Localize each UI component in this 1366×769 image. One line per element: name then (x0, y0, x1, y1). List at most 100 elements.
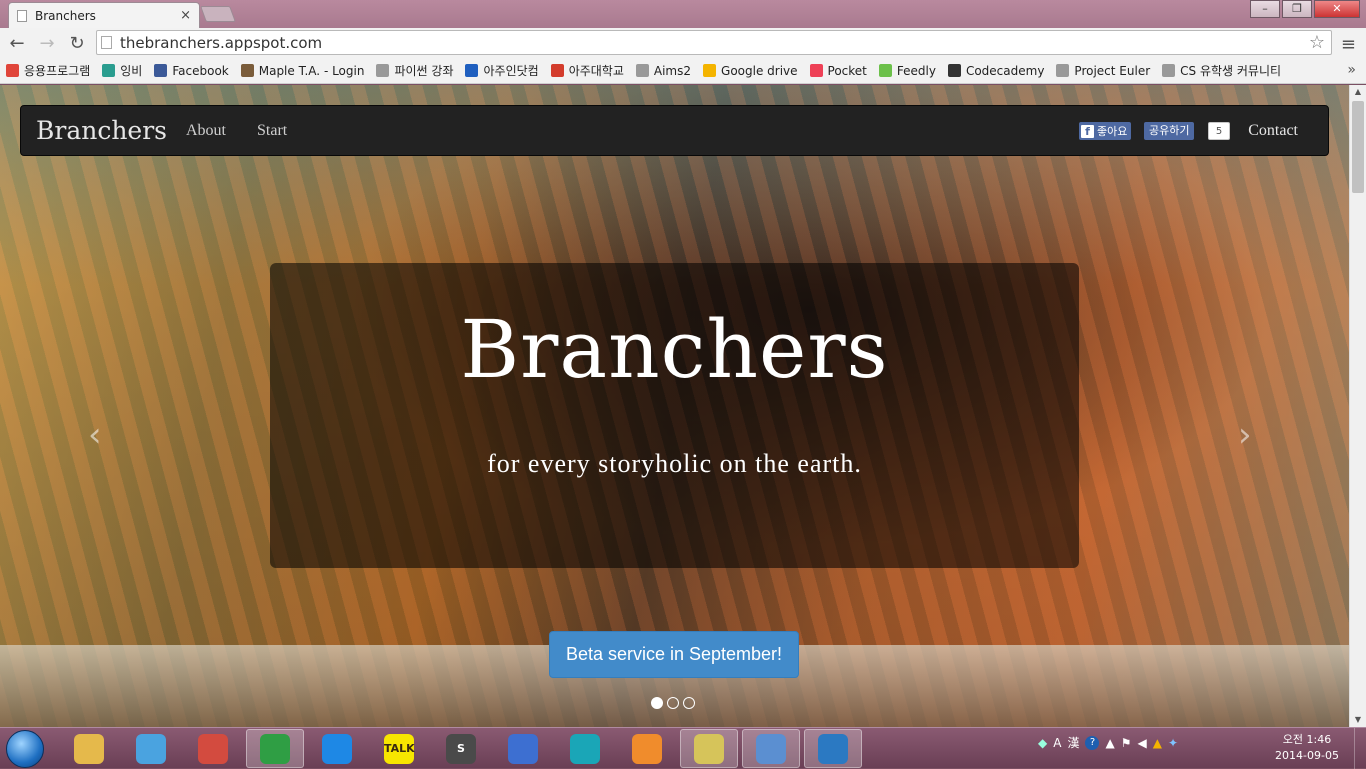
minimize-button[interactable]: – (1250, 0, 1280, 18)
drive-tray-icon[interactable]: ▲ (1153, 736, 1162, 750)
compass-icon (198, 733, 228, 764)
ime-icon[interactable]: ◆ (1038, 736, 1047, 750)
ime-mode-icon[interactable]: A (1053, 736, 1061, 750)
taskbar-app-kakaotalk[interactable]: TALK (370, 729, 428, 768)
bookmark-label: CS 유학생 커뮤니티 (1180, 64, 1282, 78)
taskbar-app-remote[interactable] (742, 729, 800, 768)
scroll-up-icon[interactable]: ▲ (1350, 85, 1366, 99)
bookmarks-overflow-icon[interactable]: » (1347, 62, 1356, 78)
bookmark-label: Aims2 (653, 63, 692, 78)
drive-icon (703, 64, 717, 77)
system-clock[interactable]: 오전 1:46 2014-09-05 (1270, 732, 1344, 764)
carousel-indicator[interactable] (683, 697, 695, 709)
sublime-icon: S (446, 733, 476, 764)
browser-tab[interactable]: Branchers × (8, 2, 200, 28)
new-tab-button[interactable] (200, 6, 236, 22)
bookmark-label: Feedly (896, 63, 936, 78)
bookmark-item[interactable]: Pocket (809, 64, 867, 78)
facebook-share-button[interactable]: 공유하기 (1144, 122, 1195, 140)
facebook-like-label: 좋아요 (1097, 125, 1128, 138)
bookmark-item[interactable]: Project Euler (1056, 64, 1150, 78)
bookmark-item[interactable]: 파이썬 강좌 (376, 62, 453, 79)
close-window-button[interactable]: ✕ (1314, 0, 1360, 18)
bookmark-item[interactable]: Facebook (154, 63, 229, 78)
vertical-scrollbar[interactable]: ▲ ▼ (1349, 85, 1366, 727)
bookmark-star-icon[interactable]: ☆ (1309, 32, 1325, 53)
page-viewport: Branchers About Start f 좋아요 공유하기 5 Conta… (0, 85, 1349, 727)
reload-button[interactable]: ↻ (64, 33, 90, 54)
taskbar-app-network-app[interactable] (494, 729, 552, 768)
bookmark-item[interactable]: Feedly (878, 63, 936, 78)
taskbar-app-editor[interactable] (804, 729, 862, 768)
facebook-share-count: 5 (1208, 122, 1230, 140)
bookmark-item[interactable]: Maple T.A. - Login (240, 64, 364, 78)
remote-icon (756, 733, 786, 764)
bookmark-item[interactable]: Aims2 (635, 63, 692, 78)
tray-expand-icon[interactable]: ▲ (1105, 736, 1114, 750)
apps-icon (6, 64, 19, 77)
carousel-next-icon[interactable]: › (1238, 415, 1252, 455)
bookmark-label: 응용프로그램 (24, 64, 91, 78)
carousel-indicator[interactable] (651, 697, 663, 709)
bookmark-item[interactable]: CS 유학생 커뮤니티 (1162, 62, 1281, 79)
scroll-thumb[interactable] (1352, 101, 1364, 193)
hero-caption: Branchers for every storyholic on the ea… (270, 263, 1079, 568)
bookmark-item[interactable]: 아주인닷컴 (465, 62, 539, 79)
page-icon (1056, 64, 1070, 77)
bookmark-item[interactable]: Google drive (703, 64, 798, 78)
site-navbar: Branchers About Start f 좋아요 공유하기 5 Conta… (20, 105, 1329, 156)
show-desktop-button[interactable] (1354, 728, 1366, 769)
nav-about[interactable]: About (186, 122, 226, 140)
dropbox-icon[interactable]: ✦ (1168, 736, 1178, 750)
bookmark-label: Facebook (172, 63, 229, 78)
ie-icon (322, 733, 352, 764)
network-icon (508, 733, 538, 764)
taskbar-app-app-orange[interactable] (618, 729, 676, 768)
taskbar-app-sublime[interactable]: S (432, 729, 490, 768)
bookmark-label: Project Euler (1074, 63, 1151, 78)
pocket-icon (809, 64, 823, 77)
site-brand[interactable]: Branchers (36, 116, 167, 145)
taskbar-app-explorer[interactable] (60, 729, 118, 768)
address-bar[interactable]: thebranchers.appspot.com ☆ (96, 30, 1332, 55)
hanja-icon[interactable]: 漢 (1067, 734, 1079, 751)
window-title-bar: Branchers × – ❐ ✕ (0, 0, 1366, 28)
facebook-like-button[interactable]: f 좋아요 (1079, 122, 1132, 140)
bookmark-label: 아주인닷컴 (483, 64, 539, 78)
forward-button[interactable]: → (34, 33, 60, 54)
nav-contact[interactable]: Contact (1248, 122, 1298, 140)
feedly-icon (878, 64, 892, 77)
start-button[interactable] (6, 730, 44, 768)
edit-icon (818, 733, 848, 764)
taskbar-app-ie[interactable] (308, 729, 366, 768)
windows-taskbar: TALK S ◆ A 漢 ? ▲ ⚑ ◀ ▲ ✦ 오전 1:46 2014-09-… (0, 727, 1366, 769)
carousel-indicator[interactable] (667, 697, 679, 709)
maximize-button[interactable]: ❐ (1282, 0, 1312, 18)
chrome-menu-icon[interactable]: ≡ (1341, 34, 1356, 55)
taskbar-app-clock-app[interactable] (184, 729, 242, 768)
bookmark-item[interactable]: 응용프로그램 (6, 62, 90, 79)
carousel-prev-icon[interactable]: ‹ (88, 415, 102, 455)
volume-icon[interactable]: ◀ (1137, 736, 1146, 750)
close-tab-icon[interactable]: × (180, 8, 191, 23)
back-button[interactable]: ← (4, 33, 30, 54)
carousel-indicators (651, 697, 695, 709)
flag-icon[interactable]: ⚑ (1121, 736, 1132, 750)
help-icon[interactable]: ? (1085, 735, 1100, 750)
bookmark-label: 잉비 (120, 64, 143, 78)
url-text[interactable]: thebranchers.appspot.com (120, 34, 1309, 52)
taskbar-app-sourcetree[interactable] (556, 729, 614, 768)
facebook-icon (154, 64, 168, 77)
scroll-down-icon[interactable]: ▼ (1350, 713, 1366, 727)
page-icon (17, 9, 27, 22)
nav-start[interactable]: Start (257, 122, 287, 140)
beta-service-button[interactable]: Beta service in September! (549, 631, 799, 678)
bookmark-label: Google drive (721, 63, 798, 78)
taskbar-app-notes[interactable] (680, 729, 738, 768)
bookmark-item[interactable]: 아주대학교 (550, 62, 624, 79)
clock-time: 오전 1:46 (1282, 733, 1332, 746)
bookmark-item[interactable]: 잉비 (102, 62, 142, 79)
bookmark-item[interactable]: Codecademy (947, 64, 1044, 78)
taskbar-app-itunes[interactable] (122, 729, 180, 768)
taskbar-app-chrome[interactable] (246, 729, 304, 768)
